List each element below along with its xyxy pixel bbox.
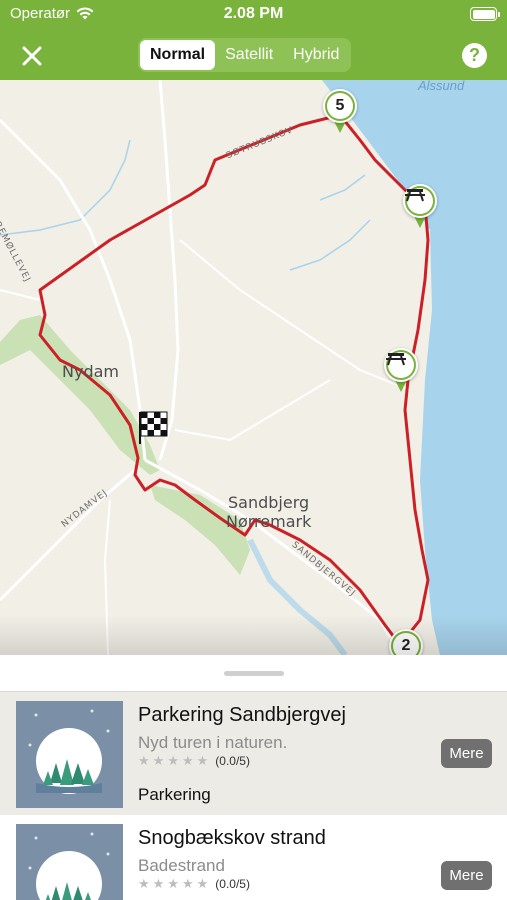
road	[174, 379, 331, 442]
map-type-segmented-control: Normal Satellit Hybrid	[138, 38, 352, 72]
forest-night-icon	[28, 709, 110, 794]
place-label-nydam: Nydam	[62, 362, 119, 381]
water-label: Alssund	[418, 80, 465, 93]
location-thumbnail	[16, 701, 123, 808]
star-icon: ★	[167, 876, 179, 891]
star-icon: ★	[181, 876, 194, 891]
nav-bar: Normal Satellit Hybrid ?	[0, 30, 507, 80]
star-icon: ★	[196, 876, 209, 891]
help-button[interactable]: ?	[462, 43, 487, 68]
star-icon: ★	[138, 876, 150, 891]
star-icon: ★	[152, 753, 165, 768]
road	[179, 239, 411, 391]
map-marker-picnic-1[interactable]	[403, 184, 437, 230]
close-icon	[22, 46, 42, 66]
road	[158, 80, 180, 461]
picnic-table-icon	[405, 189, 425, 202]
star-icon: ★	[138, 753, 150, 768]
star-icon: ★	[167, 753, 179, 768]
map-marker-picnic-2[interactable]	[384, 348, 418, 394]
segment-hybrid[interactable]: Hybrid	[283, 40, 349, 70]
rating-value: (0.0/5)	[215, 877, 250, 891]
picnic-table-icon	[386, 353, 406, 366]
item-subtitle: Badestrand	[138, 856, 225, 875]
segment-normal[interactable]: Normal	[140, 40, 216, 70]
location-thumbnail	[16, 824, 123, 900]
status-bar: Operatør 2.08 PM	[0, 0, 507, 30]
segment-satellit[interactable]: Satellit	[215, 40, 283, 70]
star-icon: ★	[196, 753, 209, 768]
road	[0, 468, 136, 602]
stream	[289, 219, 371, 271]
place-label-sandbjerg: Sandbjerg	[228, 493, 310, 512]
item-title: Snogbækskov strand	[138, 827, 326, 849]
forest-night-icon	[28, 832, 110, 900]
map-view[interactable]: Alssund Nydam Sandbjerg Nørremark NØRREM…	[0, 80, 507, 655]
star-icon: ★	[152, 876, 165, 891]
sheet-drag-handle[interactable]	[224, 671, 284, 676]
battery-icon	[470, 7, 500, 21]
more-button[interactable]: Mere	[441, 861, 492, 890]
item-category: Parkering	[138, 785, 211, 804]
status-time: 2.08 PM	[223, 5, 284, 22]
list-item[interactable]: Parkering Sandbjergvej Nyd turen i natur…	[0, 692, 507, 815]
rating-stars: ★ ★ ★ ★ ★ (0.0/5)	[138, 753, 250, 769]
stream	[319, 174, 366, 201]
road	[0, 289, 41, 301]
star-icon: ★	[181, 753, 194, 768]
place-label-norremark: Nørremark	[226, 512, 312, 531]
item-subtitle: Nyd turen i naturen.	[138, 733, 288, 752]
map-bottom-shadow	[0, 615, 507, 655]
close-button[interactable]	[20, 44, 44, 68]
more-button[interactable]: Mere	[441, 739, 492, 768]
map-marker-5[interactable]: 5	[323, 89, 357, 135]
list-item[interactable]: Snogbækskov strand Badestrand ★ ★ ★ ★ ★ …	[0, 815, 507, 900]
rating-value: (0.0/5)	[215, 754, 250, 768]
bottom-sheet: Parkering Sandbjergvej Nyd turen i natur…	[0, 655, 507, 900]
item-title: Parkering Sandbjergvej	[138, 704, 346, 726]
marker-number: 5	[327, 93, 353, 119]
checkered-flag-icon[interactable]	[137, 410, 169, 446]
rating-stars: ★ ★ ★ ★ ★ (0.0/5)	[138, 876, 250, 892]
